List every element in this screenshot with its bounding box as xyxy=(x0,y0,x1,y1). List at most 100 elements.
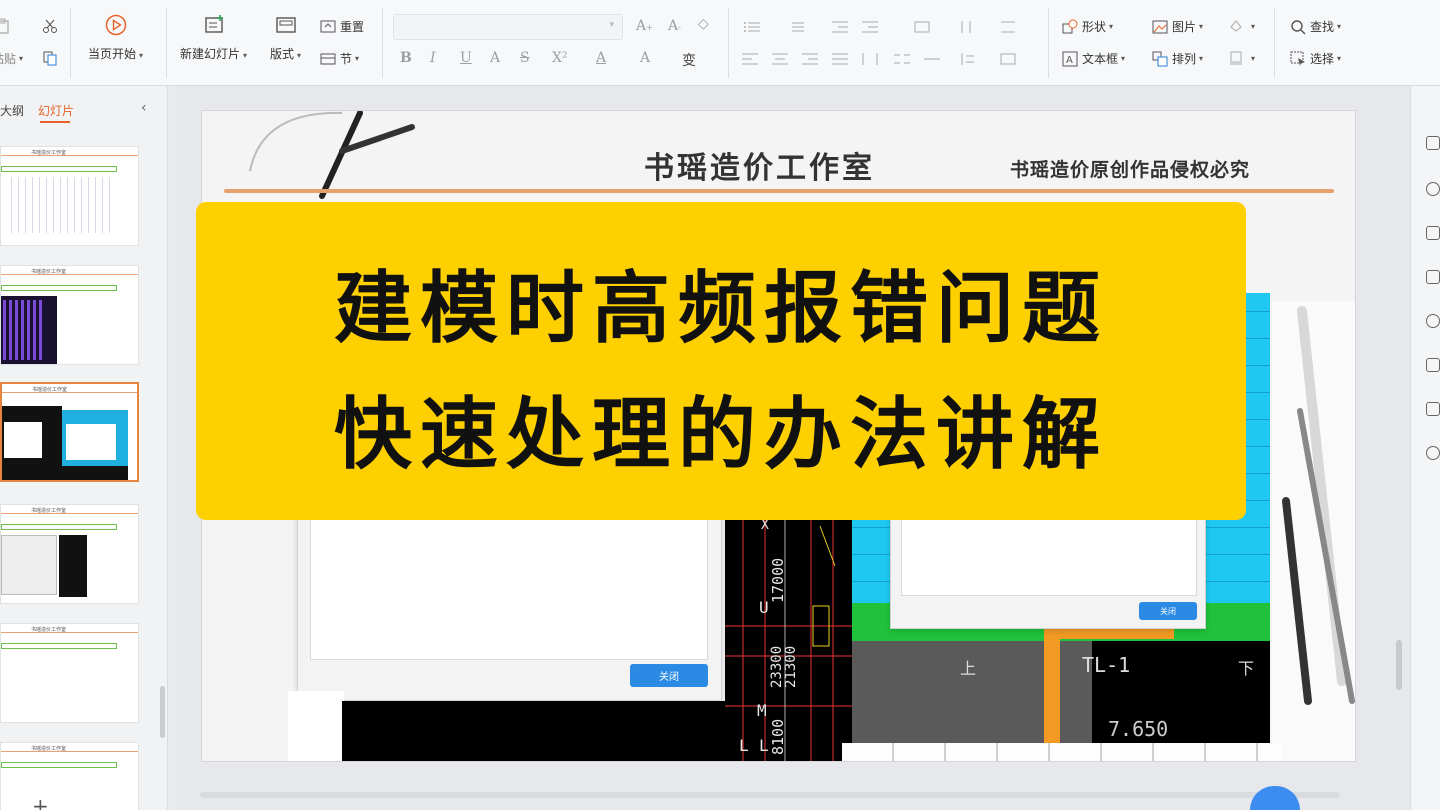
vertical-align-icon[interactable] xyxy=(924,52,940,66)
distribute-icon[interactable] xyxy=(862,52,878,66)
pens-decoration-icon xyxy=(1272,301,1355,761)
bullets-icon[interactable] xyxy=(744,20,760,34)
cad-black-area xyxy=(342,701,727,761)
dialog-close-button-left: 关闭 xyxy=(630,664,708,687)
smartart-icon[interactable] xyxy=(1000,52,1016,66)
slide-thumbnail-5[interactable]: 书瑶造价工作室 xyxy=(0,623,139,723)
paragraph-spacing-icon[interactable] xyxy=(958,52,974,66)
rail-image-icon[interactable] xyxy=(1426,226,1440,240)
text-shadow-button[interactable]: A xyxy=(490,50,500,66)
clear-format-button[interactable]: ◇ xyxy=(698,16,709,32)
align-right-icon[interactable] xyxy=(802,52,818,66)
rail-shirt-icon[interactable] xyxy=(1426,402,1440,416)
picture-icon xyxy=(1152,19,1168,35)
outline-icon xyxy=(1228,50,1244,66)
justify-icon[interactable] xyxy=(832,52,848,66)
layout-button[interactable]: 版式 ▾ xyxy=(270,14,301,62)
bold-button[interactable]: B xyxy=(400,50,412,66)
outdent-icon[interactable] xyxy=(832,20,848,34)
new-slide-icon xyxy=(202,14,226,36)
fill-button[interactable]: ▾ xyxy=(1228,18,1255,34)
horizontal-scrollbar[interactable] xyxy=(200,792,1340,798)
font-shrink-button[interactable]: A- xyxy=(668,18,681,34)
font-family-select[interactable]: ▾ xyxy=(393,14,623,40)
model-label-elevation: 7.650 xyxy=(1108,717,1169,741)
vertical-scrollbar[interactable] xyxy=(1396,640,1402,690)
paste-label[interactable]: 粘贴▾ xyxy=(0,50,23,67)
picture-button[interactable]: 图片 ▾ xyxy=(1152,18,1203,35)
reset-button[interactable]: 重置 xyxy=(320,18,364,35)
play-icon xyxy=(104,14,128,36)
title-banner: 建模时高频报错问题 快速处理的办法讲解 xyxy=(196,202,1246,520)
new-slide-button[interactable]: 新建幻灯片 ▾ xyxy=(180,14,247,62)
model-label-up: 上 xyxy=(960,659,977,678)
slide-thumbnail-6[interactable]: 书瑶造价工作室 xyxy=(0,742,139,810)
keyboard-decoration xyxy=(842,743,1282,761)
slide-thumbnail-2[interactable]: 书瑶造价工作室 xyxy=(0,265,139,365)
screenshot-strip xyxy=(288,691,344,761)
slide-thumbnail-1[interactable]: 书瑶造价工作室 xyxy=(0,146,139,246)
align-center-icon[interactable] xyxy=(772,52,788,66)
tab-outline[interactable]: 大纲 xyxy=(0,102,24,119)
cut-button[interactable] xyxy=(42,18,62,34)
section-icon xyxy=(320,51,336,67)
char-spacing-button[interactable]: 变 xyxy=(682,50,696,70)
model-label-down: 下 xyxy=(1238,659,1255,678)
font-grow-button[interactable]: A+ xyxy=(636,18,653,34)
add-slide-button[interactable]: + xyxy=(32,794,49,810)
strikethrough-button[interactable]: S xyxy=(520,50,530,66)
superscript-button[interactable]: X² xyxy=(552,50,568,66)
shapes-icon xyxy=(1062,19,1078,35)
select-button[interactable]: 选择 ▾ xyxy=(1290,50,1341,67)
search-icon xyxy=(1290,19,1306,35)
rail-chart-icon[interactable] xyxy=(1426,270,1440,284)
indent-icon[interactable] xyxy=(862,20,878,34)
chevron-down-icon: ▾ xyxy=(609,20,614,30)
rail-document-icon[interactable] xyxy=(1426,358,1440,372)
thumbnail-scrollbar[interactable] xyxy=(160,686,165,738)
line-spacing-icon[interactable] xyxy=(1000,20,1016,34)
slide-thumbnail-panel: 大纲 幻灯片 ‹ 书瑶造价工作室 书瑶造价工作室 书瑶造价工作室 书瑶造价工作室… xyxy=(0,86,168,810)
slide-thumbnail-3[interactable]: 书瑶造价工作室 xyxy=(0,382,139,482)
font-color-button[interactable]: A xyxy=(596,50,606,66)
play-from-current-button[interactable]: 当页开始 ▾ xyxy=(88,14,143,62)
copy-button[interactable] xyxy=(42,50,62,66)
highlight-button[interactable]: A xyxy=(640,50,650,66)
find-button[interactable]: 查找 ▾ xyxy=(1290,18,1341,35)
sort-icon[interactable] xyxy=(958,20,974,34)
tab-slides[interactable]: 幻灯片 xyxy=(38,102,74,119)
paste-button[interactable] xyxy=(0,18,14,34)
align-left-icon[interactable] xyxy=(742,52,758,66)
italic-button[interactable]: I xyxy=(430,50,436,66)
section-button[interactable]: 节 ▾ xyxy=(320,50,359,67)
copyright-notice: 书瑶造价原创作品侵权必究 xyxy=(1010,159,1251,181)
cad-label-l1: L xyxy=(739,736,749,755)
rail-user-icon[interactable] xyxy=(1426,314,1440,328)
cad-dimension-21300: 21300 xyxy=(783,645,799,688)
cad-drawing: X U M L L 17000 23300 21300 8100 xyxy=(725,506,853,761)
textbox-button[interactable]: A 文本框 ▾ xyxy=(1062,50,1125,67)
cad-label-u: U xyxy=(759,598,769,617)
shapes-button[interactable]: 形状 ▾ xyxy=(1062,18,1113,35)
dialog-screenshot-left: 关闭 xyxy=(297,491,722,701)
textbox-icon: A xyxy=(1062,51,1078,67)
collapse-panel-icon[interactable]: ‹ xyxy=(141,100,147,116)
scissors-icon xyxy=(42,18,58,34)
numbering-icon[interactable] xyxy=(788,20,804,34)
text-direction-icon[interactable] xyxy=(914,20,930,34)
dialog-close-button-right: 关闭 xyxy=(1139,602,1197,620)
rail-property-icon[interactable] xyxy=(1426,136,1440,150)
fill-icon xyxy=(1228,18,1244,34)
arrange-button[interactable]: 排列 ▾ xyxy=(1152,50,1203,67)
right-side-toolbar xyxy=(1410,86,1440,810)
cad-label-m: M xyxy=(757,701,767,720)
model-label-beam: TL-1 xyxy=(1082,653,1131,677)
outline-button[interactable]: ▾ xyxy=(1228,50,1255,66)
rail-star-icon[interactable] xyxy=(1426,182,1440,196)
banner-title-line2: 快速处理的办法讲解 xyxy=(333,389,1108,480)
rail-clock-icon[interactable] xyxy=(1426,446,1440,460)
paste-icon xyxy=(0,18,10,34)
columns-icon[interactable] xyxy=(894,52,910,66)
slide-thumbnail-4[interactable]: 书瑶造价工作室 xyxy=(0,504,139,604)
underline-button[interactable]: U xyxy=(460,50,472,66)
